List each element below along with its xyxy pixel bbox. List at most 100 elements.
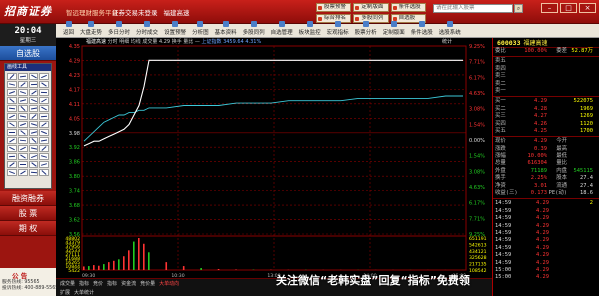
drawing-tool-icon[interactable]	[39, 105, 49, 112]
sell-order-row[interactable]: 卖五	[493, 58, 599, 65]
drawing-tool-icon[interactable]	[17, 73, 28, 80]
toolbar-item[interactable]: 股票分析	[352, 21, 380, 37]
drawing-tool-icon[interactable]	[39, 113, 49, 120]
drawing-tool-icon[interactable]	[28, 81, 39, 88]
indicator-tab[interactable]: 竞价	[93, 280, 103, 287]
drawing-tool-icon[interactable]	[17, 169, 28, 176]
maximize-icon[interactable]: □	[560, 3, 577, 13]
drawing-tool-icon[interactable]	[39, 145, 49, 152]
drawing-tool-icon[interactable]	[7, 89, 17, 96]
sell-order-row[interactable]: 卖二	[493, 81, 599, 88]
indicator-tab[interactable]: 大单动向	[159, 280, 179, 287]
buy-order-row[interactable]: 买二 4.28 1969	[493, 106, 599, 113]
sell-order-row[interactable]: 卖一	[493, 88, 599, 95]
drawing-tool-icon[interactable]	[39, 169, 49, 176]
drawing-tool-icon[interactable]	[39, 121, 49, 128]
toolbar-item[interactable]: 选股系统	[436, 21, 464, 37]
drawing-tool-icon[interactable]	[28, 105, 39, 112]
drawing-tool-icon[interactable]	[7, 153, 17, 160]
drawing-tool-icon[interactable]	[7, 105, 17, 112]
drawing-tool-icon[interactable]	[28, 121, 39, 128]
close-icon[interactable]: ×	[579, 3, 596, 13]
drawing-tool-icon[interactable]	[39, 89, 49, 96]
drawing-tool-icon[interactable]	[7, 137, 17, 144]
toolbar-item[interactable]: 宏观指标	[324, 21, 352, 37]
drawing-tool-icon[interactable]	[7, 113, 17, 120]
drawing-tool-icon[interactable]	[17, 145, 28, 152]
drawing-tool-icon[interactable]	[28, 137, 39, 144]
toolbar-item[interactable]: 多股同列	[240, 21, 268, 37]
search-icon[interactable]: ⌕	[514, 4, 523, 13]
drawing-tool-icon[interactable]	[17, 137, 28, 144]
nav-margin-trading[interactable]: 融资融券	[0, 191, 56, 206]
drawing-tool-icon[interactable]	[17, 153, 28, 160]
nav-watchlist[interactable]: 自选股	[0, 46, 56, 61]
drawing-tool-icon[interactable]	[28, 89, 39, 96]
drawing-tool-icon[interactable]	[17, 89, 28, 96]
toolbar-item[interactable]: 大盘走势	[77, 21, 105, 37]
toolbar-item[interactable]: 多日分时	[105, 21, 133, 37]
drawing-tool-icon[interactable]	[17, 113, 28, 120]
drawing-tool-icon[interactable]	[17, 81, 28, 88]
drawing-tool-icon[interactable]	[28, 73, 39, 80]
drawing-tool-icon[interactable]	[7, 129, 17, 136]
drawing-tool-icon[interactable]	[7, 145, 17, 152]
toolbar-item[interactable]: 基本资料	[212, 21, 240, 37]
drawing-tool-icon[interactable]	[7, 121, 17, 128]
chart-mode[interactable]: 分时 明细	[108, 39, 130, 45]
indicator-tab[interactable]: 扩展	[60, 289, 70, 296]
quick-button-ranking[interactable]: 综合排名	[316, 14, 352, 23]
drawing-tool-icon[interactable]	[39, 153, 49, 160]
nav-stocks[interactable]: 股 票	[0, 206, 56, 221]
drawing-tool-icon[interactable]	[28, 153, 39, 160]
buy-order-row[interactable]: 买三 4.27 1269	[493, 113, 599, 120]
drawing-tool-icon[interactable]	[28, 129, 39, 136]
drawing-tool-icon[interactable]	[7, 169, 17, 176]
menu-stock-name[interactable]: 福建高速	[164, 7, 190, 17]
drawing-tool-icon[interactable]	[7, 97, 17, 104]
toolbar-item[interactable]: 设置预警	[161, 21, 189, 37]
buy-order-row[interactable]: 买一 4.29 522075	[493, 98, 599, 105]
chart-canvas[interactable]: 4.35 4.29 4.23 4.17 4.11 4.05 3.98 3.92 3.86 3.80…	[56, 38, 492, 278]
drawing-tool-icon[interactable]	[39, 73, 49, 80]
menu-trade-login[interactable]: 证券交易未登录	[112, 7, 158, 17]
toolbar-item[interactable]: 板块监控	[296, 21, 324, 37]
toolbar-item[interactable]: 分析图	[189, 21, 212, 37]
drawing-tool-icon[interactable]	[17, 129, 28, 136]
minimize-icon[interactable]: –	[541, 3, 558, 13]
indicator-tab[interactable]: 指标	[107, 280, 117, 287]
tick-list[interactable]: 14:59 4.29 2 14:59 4.29 14:59 4.29 14:59 4.29 14:…	[493, 200, 599, 281]
drawing-tool-icon[interactable]	[7, 73, 17, 80]
drawing-tool-icon[interactable]	[39, 137, 49, 144]
drawing-tool-icon[interactable]	[39, 161, 49, 168]
sell-order-row[interactable]: 卖四	[493, 66, 599, 73]
toolbar-item[interactable]: 分时成交	[133, 21, 161, 37]
quick-button-alert[interactable]: 股票预警	[316, 3, 352, 12]
drawing-tool-icon[interactable]	[7, 161, 17, 168]
indicator-tab[interactable]: 大单统计	[74, 289, 94, 296]
drawing-tool-icon[interactable]	[17, 121, 28, 128]
drawing-tool-icon[interactable]	[39, 81, 49, 88]
drawing-tool-icon[interactable]	[28, 113, 39, 120]
intraday-chart[interactable]: 4.35 4.29 4.23 4.17 4.11 4.05 3.98 3.92 3.86 3.80…	[56, 38, 492, 286]
sell-order-row[interactable]: 卖三	[493, 73, 599, 80]
drawing-tool-icon[interactable]	[7, 81, 17, 88]
indicator-tab[interactable]: 指标	[79, 280, 89, 287]
quick-button-multistock[interactable]: 多股同列	[353, 14, 389, 23]
drawing-tool-icon[interactable]	[39, 129, 49, 136]
chart-stats-label[interactable]: 统计	[442, 38, 452, 45]
drawing-tool-icon[interactable]	[28, 169, 39, 176]
quick-button-layout[interactable]: 定制版面	[353, 3, 389, 12]
indicator-tab[interactable]: 成交量	[60, 280, 75, 287]
drawing-tool-icon[interactable]	[17, 161, 28, 168]
toolbar-item[interactable]: 返回	[60, 21, 77, 37]
nav-options[interactable]: 期 权	[0, 221, 56, 236]
drawing-tool-icon[interactable]	[28, 97, 39, 104]
indicator-tab[interactable]: 竞价量	[140, 280, 155, 287]
quick-button-screener[interactable]: 条件选股	[390, 3, 426, 12]
stock-search-input[interactable]: 请在此输入股票	[433, 4, 513, 13]
drawing-tool-icon[interactable]	[28, 161, 39, 168]
toolbar-item[interactable]: 定制版面	[380, 21, 408, 37]
toolbar-item[interactable]: 自选管理	[268, 21, 296, 37]
toolbar-item[interactable]: 条件选股	[408, 21, 436, 37]
